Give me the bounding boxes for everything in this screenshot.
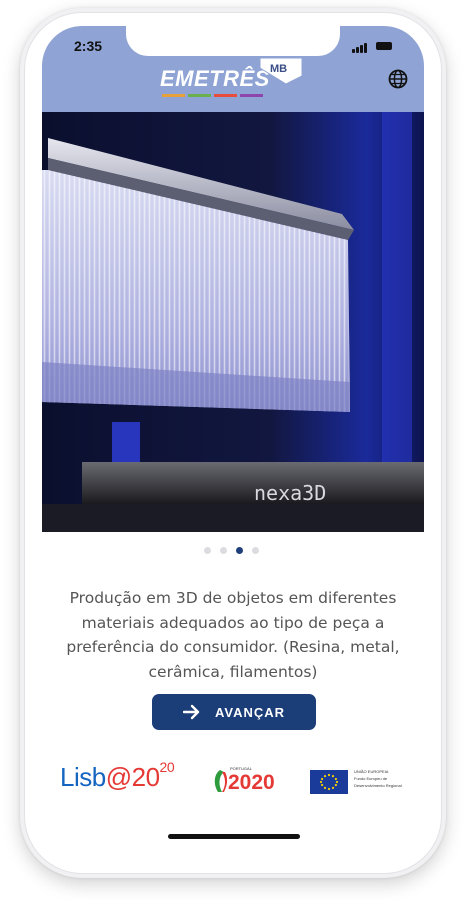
sponsor-logos: Lisb@2020 PORTUGAL 2020 UNIÃO EUROPEIA F… <box>42 759 424 802</box>
app-screen: 2:35 EMETRÊS MB nexa3D Produção em 3D de… <box>42 26 424 852</box>
status-time: 2:35 <box>74 38 103 54</box>
signal-icon <box>352 42 370 53</box>
lisboa-prefix: Lisb <box>60 762 106 792</box>
eu-small-label: UNIÃO EUROPEIA <box>354 769 389 774</box>
portugal2020-logo: PORTUGAL 2020 <box>210 766 294 796</box>
portugal-mark-icon <box>214 770 228 792</box>
globe-icon[interactable] <box>388 69 408 89</box>
carousel-dot[interactable] <box>252 547 259 554</box>
logo-mark-icon: MB <box>259 57 303 85</box>
carousel-dot[interactable] <box>220 547 227 554</box>
lisboa-sup: 20 <box>159 759 175 776</box>
logo-text: EMETRÊS <box>160 66 270 91</box>
carousel-dot[interactable] <box>204 547 211 554</box>
home-indicator[interactable] <box>168 834 300 839</box>
portugal2020-year: 2020 <box>228 771 275 794</box>
logo-mark-text: MB <box>270 63 287 75</box>
eu-text: UNIÃO EUROPEIA Fundo Europeu de Desenvol… <box>354 768 414 789</box>
lisboa-number: 20 <box>131 762 160 792</box>
eu-flag-icon <box>310 770 348 794</box>
device-notch <box>126 26 340 56</box>
lisboa-at: @ <box>105 762 132 792</box>
app-logo: EMETRÊS MB <box>160 57 310 100</box>
eu-fund-label: Fundo Europeu de Desenvolvimento Regiona… <box>354 776 402 788</box>
lisboa2020-logo: Lisb@2020 <box>60 759 175 793</box>
carousel-dot-active[interactable] <box>236 547 243 554</box>
hero-image: nexa3D <box>42 112 424 532</box>
next-button-label: AVANÇAR <box>214 704 286 720</box>
arrow-right-icon <box>182 704 200 720</box>
logo-color-bars <box>162 94 266 97</box>
eu-logo: UNIÃO EUROPEIA Fundo Europeu de Desenvol… <box>310 766 414 796</box>
app-header: 2:35 EMETRÊS MB <box>42 26 424 112</box>
battery-icon <box>376 42 392 50</box>
onboarding-description: Produção em 3D de objetos em diferentes … <box>66 589 400 681</box>
carousel-dots <box>204 547 268 555</box>
printer-brand-label: nexa3D <box>254 481 326 505</box>
next-button[interactable]: AVANÇAR <box>152 694 316 730</box>
